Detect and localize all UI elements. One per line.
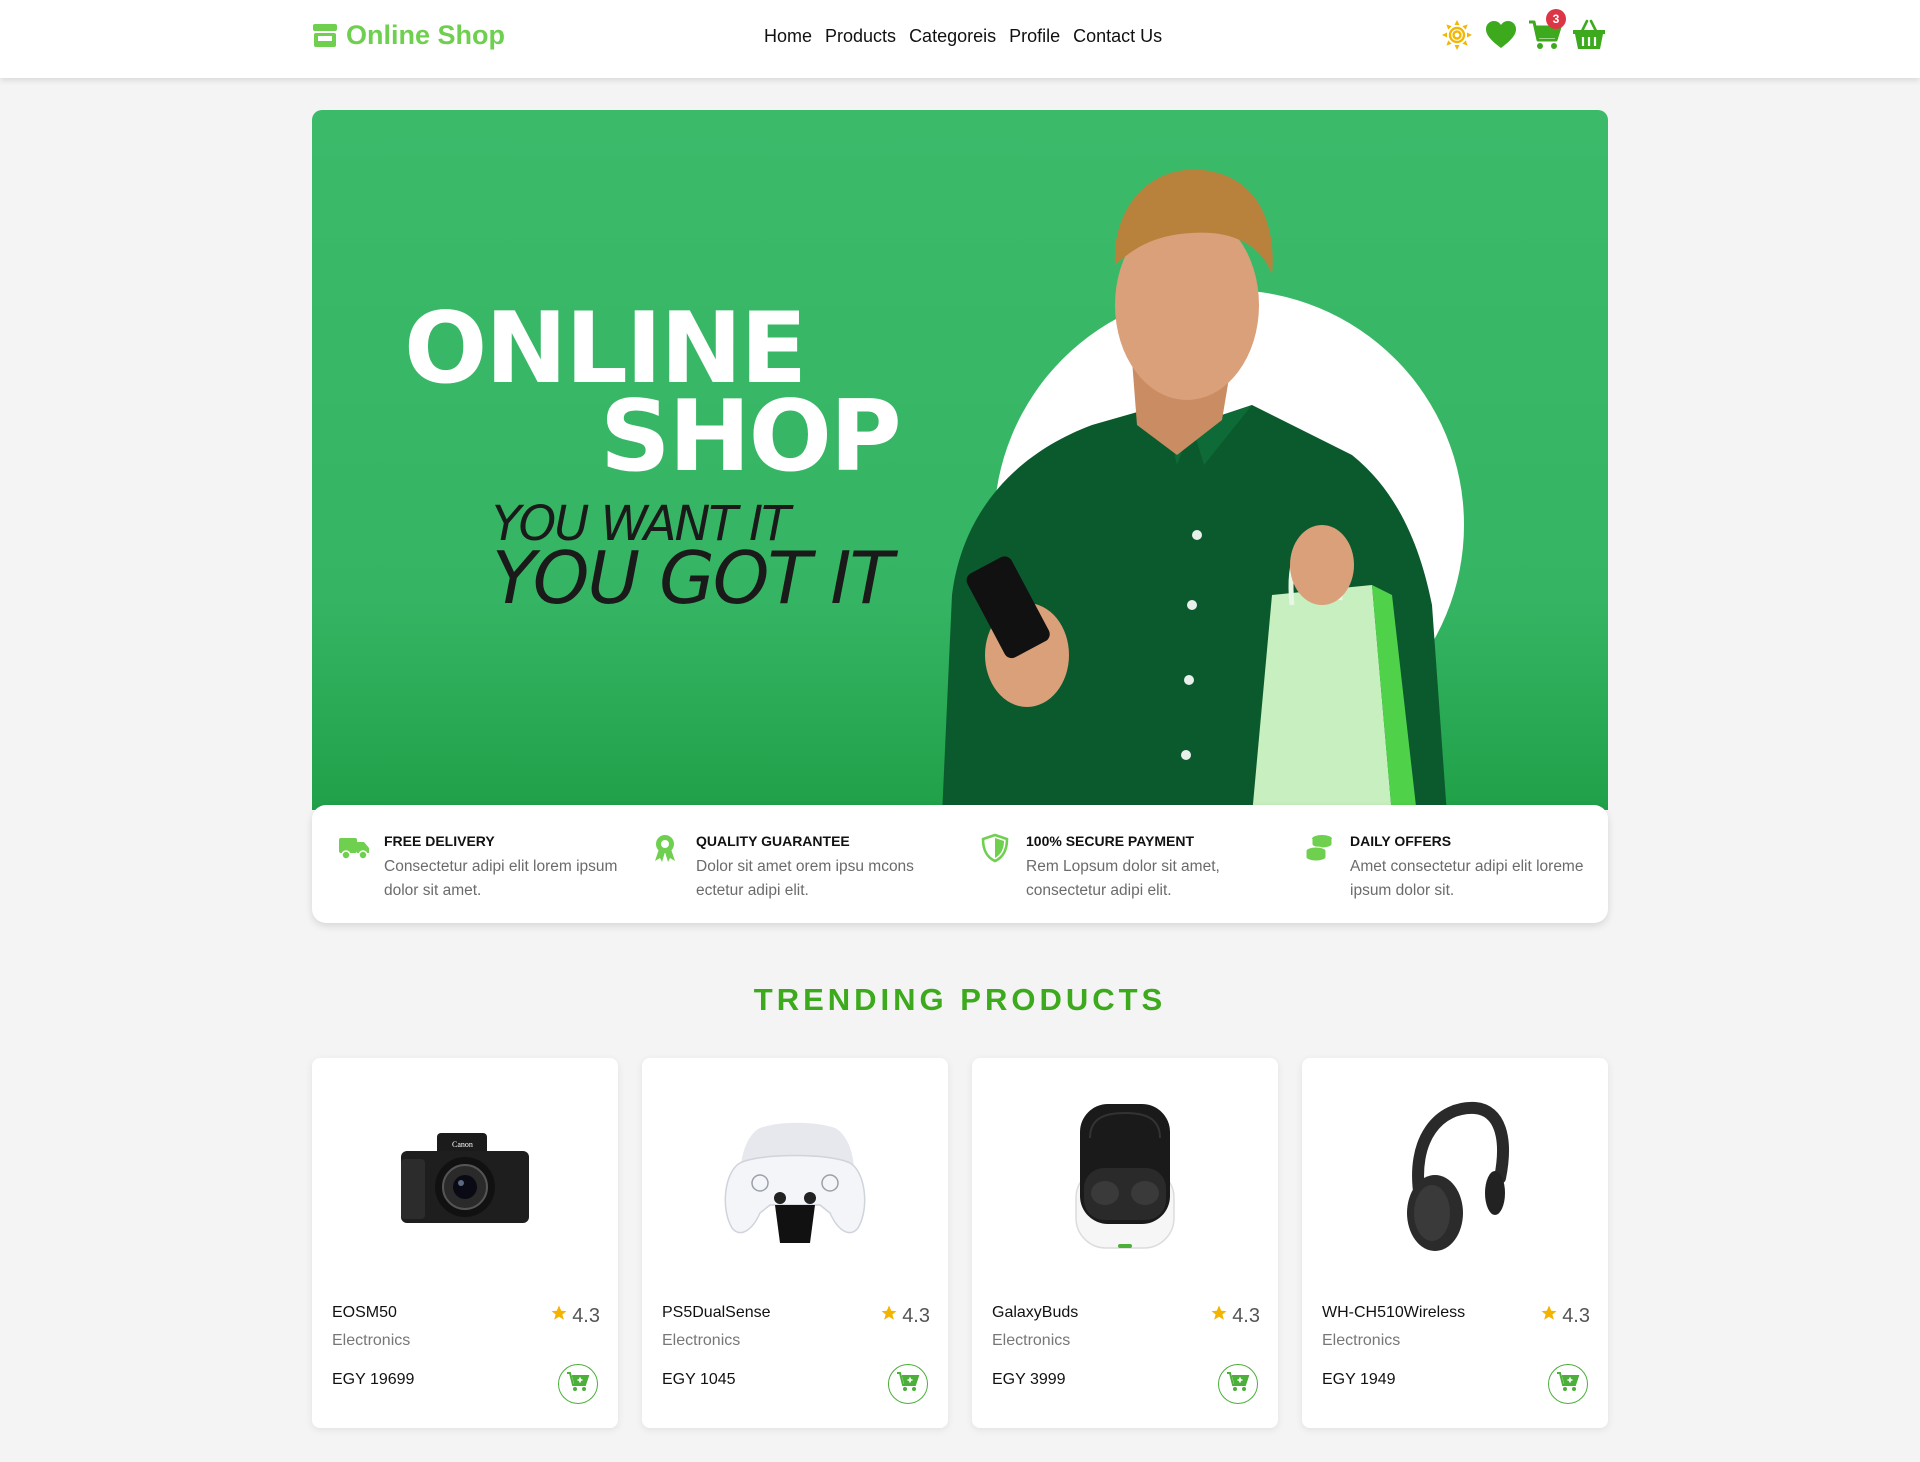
heart-icon[interactable]: [1484, 18, 1518, 52]
award-icon: [650, 833, 680, 863]
rating-value: 4.3: [1562, 1304, 1590, 1327]
brand-name: Online Shop: [346, 20, 505, 50]
feature-title: DAILY OFFERS: [1350, 833, 1452, 849]
product-rating: 4.3: [1210, 1304, 1260, 1328]
navbar: Online Shop Home Products Categoreis Pro…: [0, 0, 1920, 78]
nav-link-profile[interactable]: Profile: [1009, 26, 1060, 47]
shield-icon: [980, 833, 1010, 863]
product-price: EGY 19699: [332, 1371, 415, 1388]
rating-value: 4.3: [902, 1304, 930, 1327]
nav-link-categories[interactable]: Categoreis: [909, 26, 996, 47]
store-icon: [312, 22, 338, 50]
cart-count-badge: 3: [1546, 9, 1566, 29]
star-icon: [1540, 1304, 1558, 1328]
product-card[interactable]: GalaxyBuds 4.3 Electronics EGY 3999: [972, 1058, 1278, 1428]
product-name[interactable]: EOSM50: [332, 1304, 397, 1322]
cart-plus-icon: [566, 1371, 590, 1398]
nav-links: Home Products Categoreis Profile Contact…: [764, 26, 1162, 47]
product-price: EGY 1949: [1322, 1371, 1396, 1388]
product-rating: 4.3: [1540, 1304, 1590, 1328]
brand-logo[interactable]: Online Shop: [312, 20, 505, 51]
nav-link-home[interactable]: Home: [764, 26, 812, 47]
sun-icon[interactable]: [1440, 18, 1474, 52]
feature-description: Consectetur adipi elit lorem ipsum dolor…: [384, 858, 618, 899]
hero-banner: ONLINE SHOP YOU WANT IT YOU GOT IT: [312, 110, 1608, 810]
product-card[interactable]: Canon EOSM50 4.3 Electronics EGY 19699: [312, 1058, 618, 1428]
add-to-cart-button[interactable]: [1218, 1364, 1258, 1404]
nav-icons: 3: [1440, 9, 1606, 52]
star-icon: [550, 1304, 568, 1328]
rating-value: 4.3: [1232, 1304, 1260, 1327]
product-name[interactable]: PS5DualSense: [662, 1304, 771, 1322]
product-name[interactable]: WH-CH510Wireless: [1322, 1304, 1465, 1322]
coins-icon: [1304, 833, 1334, 863]
hero-title-line2: SHOP: [600, 380, 902, 494]
star-icon: [1210, 1304, 1228, 1328]
hero-subtitle-line2: YOU GOT IT: [492, 536, 894, 620]
hero-person-image: [942, 169, 1447, 810]
cart-plus-icon: [896, 1371, 920, 1398]
product-category: Electronics: [1322, 1332, 1401, 1349]
cart-icon[interactable]: 3: [1528, 9, 1566, 52]
rating-value: 4.3: [572, 1304, 600, 1327]
product-category: Electronics: [662, 1332, 741, 1349]
truck-icon: [338, 833, 369, 863]
feature-title: 100% SECURE PAYMENT: [1026, 833, 1195, 849]
product-price: EGY 1045: [662, 1371, 736, 1388]
product-price: EGY 3999: [992, 1371, 1066, 1388]
product-name[interactable]: GalaxyBuds: [992, 1304, 1078, 1322]
product-card[interactable]: WH-CH510Wireless 4.3 Electronics EGY 194…: [1302, 1058, 1608, 1428]
product-rating: 4.3: [550, 1304, 600, 1328]
product-image-controllers[interactable]: [695, 1078, 895, 1278]
feature-description: Rem Lopsum dolor sit amet, consectetur a…: [1026, 858, 1220, 899]
nav-link-contact[interactable]: Contact Us: [1073, 26, 1162, 47]
basket-icon[interactable]: [1572, 18, 1606, 52]
product-image-camera[interactable]: Canon: [365, 1078, 565, 1278]
product-card[interactable]: PS5DualSense 4.3 Electronics EGY 1045: [642, 1058, 948, 1428]
trending-title: TRENDING PRODUCTS: [753, 982, 1167, 1017]
cart-plus-icon: [1226, 1371, 1250, 1398]
svg-text:Canon: Canon: [452, 1140, 473, 1149]
add-to-cart-button[interactable]: [558, 1364, 598, 1404]
feature-title: FREE DELIVERY: [384, 833, 495, 849]
feature-title: QUALITY GUARANTEE: [696, 833, 850, 849]
product-image-earbuds[interactable]: [1025, 1078, 1225, 1278]
cart-plus-icon: [1556, 1371, 1580, 1398]
product-category: Electronics: [332, 1332, 411, 1349]
product-category: Electronics: [992, 1332, 1071, 1349]
features-bar: FREE DELIVERY Consectetur adipi elit lor…: [312, 805, 1608, 923]
add-to-cart-button[interactable]: [1548, 1364, 1588, 1404]
feature-description: Amet consectetur adipi elit loreme ipsum…: [1350, 858, 1584, 899]
feature-description: Dolor sit amet orem ipsu mcons ectetur a…: [696, 858, 914, 899]
nav-link-products[interactable]: Products: [825, 26, 896, 47]
product-rating: 4.3: [880, 1304, 930, 1328]
product-image-headphones[interactable]: [1355, 1078, 1555, 1278]
add-to-cart-button[interactable]: [888, 1364, 928, 1404]
star-icon: [880, 1304, 898, 1328]
